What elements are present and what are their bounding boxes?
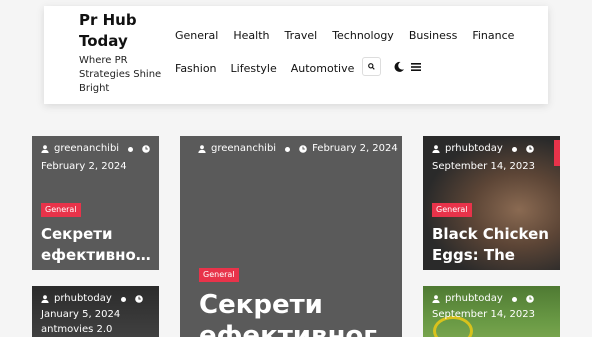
meta-separator [511, 146, 517, 152]
meta-separator [120, 296, 126, 302]
nav-item-travel[interactable]: Travel [284, 29, 317, 42]
post-meta: greenanchibi February 2, 2024 [41, 142, 155, 174]
post-card[interactable]: greenanchibi February 2, 2024 General Се… [32, 136, 159, 270]
branding: Pr Hub Today Where PR Strategies Shine B… [79, 10, 169, 96]
meta-separator [511, 296, 517, 302]
post-title[interactable]: Black Chicken Eggs: The Rar... [432, 224, 556, 270]
user-icon [41, 295, 49, 303]
user-icon [41, 145, 49, 153]
nav-item-health[interactable]: Health [233, 29, 269, 42]
featured-post-card[interactable]: greenanchibi February 2, 2024 General Се… [180, 136, 402, 337]
post-meta: prhubtoday September 14, 2023 [432, 142, 539, 174]
post-title[interactable]: antmovies 2.0 [41, 323, 112, 337]
category-badge[interactable]: General [432, 203, 472, 217]
user-icon [432, 145, 440, 153]
nav-item-automotive[interactable]: Automotive [291, 62, 355, 75]
site-tagline: Where PR Strategies Shine Bright [79, 55, 162, 94]
post-card[interactable]: prhubtoday January 5, 2024 antmovies 2.0 [32, 286, 159, 337]
clock-icon [299, 145, 307, 153]
post-date: February 2, 2024 [312, 143, 398, 154]
clock-icon [142, 145, 150, 153]
site-header: Pr Hub Today Where PR Strategies Shine B… [44, 6, 548, 104]
post-card[interactable]: prhubtoday September 14, 2023 General Bl… [423, 136, 560, 270]
post-card[interactable]: prhubtoday September 14, 2023 [423, 286, 560, 337]
post-meta: prhubtoday January 5, 2024 antmovies 2.0 [41, 292, 148, 337]
nav-item-lifestyle[interactable]: Lifestyle [231, 62, 277, 75]
meta-separator [285, 146, 291, 152]
accent-strip [554, 140, 560, 166]
category-badge[interactable]: General [199, 268, 239, 282]
post-author[interactable]: greenanchibi [54, 142, 119, 156]
post-date: September 14, 2023 [432, 309, 535, 320]
search-button[interactable] [362, 57, 381, 76]
post-author[interactable]: greenanchibi [211, 142, 276, 156]
post-author[interactable]: prhubtoday [445, 142, 503, 156]
category-badge[interactable]: General [41, 203, 81, 217]
post-date: February 2, 2024 [41, 161, 127, 172]
search-icon [368, 63, 375, 70]
nav-item-fashion[interactable]: Fashion [175, 62, 217, 75]
clock-icon [525, 145, 534, 153]
user-icon [432, 295, 440, 303]
nav-item-business[interactable]: Business [409, 29, 458, 42]
post-author[interactable]: prhubtoday [54, 292, 112, 306]
post-title[interactable]: Секрети ефективног [199, 290, 395, 337]
moon-icon[interactable] [393, 61, 405, 73]
post-meta: prhubtoday September 14, 2023 [432, 292, 539, 322]
primary-nav-row-2: Fashion Lifestyle Automotive [175, 62, 368, 75]
post-meta: greenanchibi February 2, 2024 [198, 142, 398, 156]
post-date: January 5, 2024 [41, 309, 121, 320]
post-date: September 14, 2023 [432, 161, 535, 172]
primary-nav-row-1: General Health Travel Technology Business Fin… [175, 29, 529, 42]
nav-item-finance[interactable]: Finance [472, 29, 514, 42]
post-title[interactable]: Секрети ефективног... [41, 224, 153, 266]
clock-icon [134, 295, 143, 303]
clock-icon [525, 295, 534, 303]
nav-item-general[interactable]: General [175, 29, 218, 42]
meta-separator [128, 146, 134, 152]
nav-item-technology[interactable]: Technology [332, 29, 394, 42]
post-author[interactable]: prhubtoday [445, 292, 503, 306]
user-icon [198, 145, 206, 153]
site-title[interactable]: Pr Hub Today [79, 10, 169, 52]
hamburger-menu-icon[interactable] [411, 62, 421, 72]
